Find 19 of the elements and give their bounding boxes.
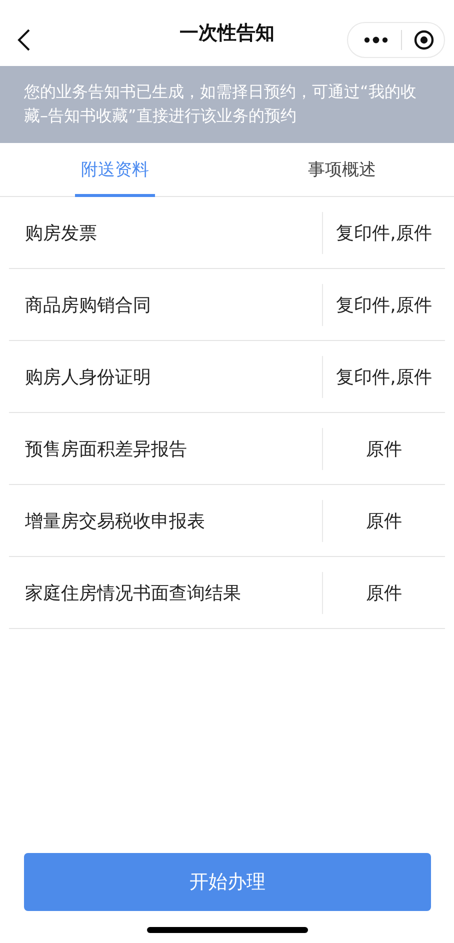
material-name: 家庭住房情况书面查询结果 <box>24 582 242 604</box>
material-name: 商品房购销合同 <box>24 294 152 316</box>
material-name: 预售房面积差异报告 <box>24 438 188 460</box>
material-form: 原件 <box>322 500 445 542</box>
material-name: 增量房交易税收申报表 <box>24 510 206 532</box>
material-form: 复印件,原件 <box>322 284 445 326</box>
tab[interactable]: 附送资料 <box>0 143 230 196</box>
material-form: 复印件,原件 <box>322 212 445 254</box>
material-form: 原件 <box>322 428 445 470</box>
material-form: 原件 <box>322 572 445 614</box>
material-form: 复印件,原件 <box>322 356 445 398</box>
more-icon[interactable] <box>364 36 388 44</box>
back-icon[interactable] <box>17 29 31 51</box>
tab[interactable]: 事项概述 <box>230 143 454 196</box>
material-name: 购房发票 <box>24 222 98 244</box>
start-button[interactable]: 开始办理 <box>24 853 431 911</box>
notice-banner: 您的业务告知书已生成，如需择日预约，可通过“我的收藏–告知书收藏”直接进行该业务的预约 <box>0 66 454 143</box>
page-title: 一次性告知 <box>180 21 274 46</box>
material-name: 购房人身份证明 <box>24 366 152 388</box>
